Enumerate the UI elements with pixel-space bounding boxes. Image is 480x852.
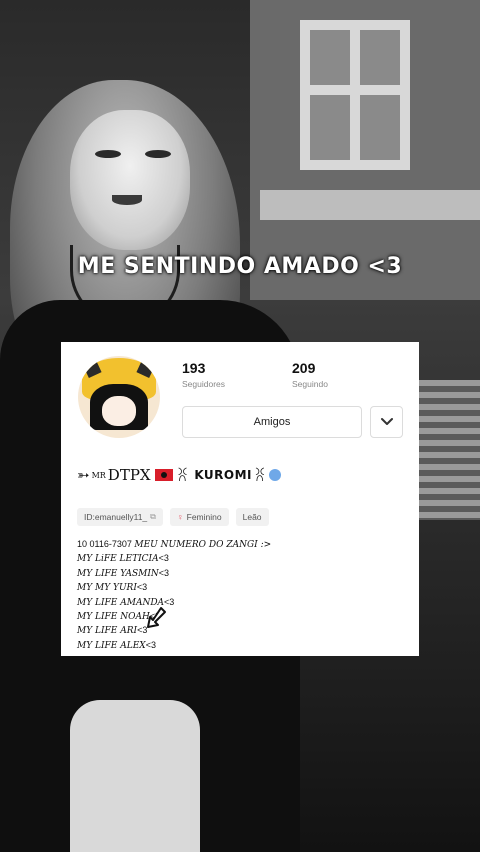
bio-line: 10 0116-7307 MEU NUMERO DO ZANGI :> <box>77 538 407 552</box>
sign-tag-label: Leão <box>242 512 262 522</box>
profile-bio: 10 0116-7307 MEU NUMERO DO ZANGI :> MY L… <box>77 538 407 653</box>
nickname-prefix: ➳ <box>77 466 90 484</box>
bio-line-text: MY MY YURI <box>77 583 137 594</box>
id-tag-label: ID:emanuelly11_ <box>84 512 148 522</box>
bio-line-text: MY LIFE YASMIN <box>77 568 159 579</box>
bio-line-text: 10 0116-7307 <box>77 539 135 549</box>
bio-line-note: MEU NUMERO DO ZANGI :> <box>134 540 272 550</box>
gender-tag-label: Feminino <box>186 512 222 522</box>
bio-line: MY LiFE LETICIA<3 <box>77 552 407 566</box>
bio-line-note: <3 <box>158 553 169 564</box>
verified-icon <box>268 469 281 481</box>
profile-tags: ID:emanuelly11_ ⧉ ♀ Feminino Leão <box>77 508 269 526</box>
cursor-arrow-icon <box>147 607 166 628</box>
following-count: 209 <box>292 360 316 376</box>
nickname: ➳ MR DTPX ꐦ KUROMI ꐦ <box>77 463 281 487</box>
id-tag[interactable]: ID:emanuelly11_ ⧉ <box>77 508 163 526</box>
following-label: Seguindo <box>292 379 328 389</box>
followers-label: Seguidores <box>182 379 226 389</box>
bio-line: MY MY YURI<3 <box>77 581 407 595</box>
followers-stat[interactable]: 193 Seguidores <box>182 360 225 389</box>
bio-line: MY LIFE ARI<3 <box>77 624 407 638</box>
bio-line-text: MY LIFE NOAH <box>77 612 150 623</box>
friends-button[interactable]: Amigos <box>182 406 362 438</box>
bio-line: MY LIFE YASMIN<3 <box>77 567 407 581</box>
bio-line-note: <3 <box>158 567 170 578</box>
gender-tag: ♀ Feminino <box>169 508 229 526</box>
flag-icon <box>154 469 173 481</box>
bio-line: MY LIFE NOAH<3 <box>77 610 407 624</box>
nickname-main: DTPX <box>107 466 151 484</box>
bio-line: MY LIFE ALEX<3 <box>77 639 407 653</box>
nickname-suffix-2: ꐦ <box>254 467 266 485</box>
avatar[interactable] <box>78 356 160 438</box>
followers-count: 193 <box>182 360 206 376</box>
bio-line-text: MY LiFE LETICIA <box>77 554 159 565</box>
bio-line-text: MY LIFE ALEX <box>77 640 146 651</box>
person-face <box>70 110 190 250</box>
bio-line-note: <3 <box>136 582 148 593</box>
person-legs <box>70 700 200 852</box>
chevron-down-icon <box>381 418 393 425</box>
person-eye-right <box>145 150 171 158</box>
sign-tag: Leão <box>235 508 269 526</box>
video-caption: ME SENTINDO AMADO <3 <box>77 254 403 279</box>
bio-line-note: <3 <box>145 639 156 650</box>
more-dropdown-button[interactable] <box>370 406 403 438</box>
bio-line: MY LIFE AMANDA<3 <box>77 596 407 610</box>
avatar-face <box>102 396 136 426</box>
female-icon: ♀ <box>176 512 184 522</box>
following-stat[interactable]: 209 Seguindo <box>292 360 328 389</box>
nickname-kuromi: KUROMI <box>194 468 253 482</box>
copy-icon[interactable]: ⧉ <box>150 508 156 526</box>
person-eye-left <box>95 150 121 158</box>
person-mouth <box>112 195 142 205</box>
nickname-sup: MR <box>91 470 106 480</box>
profile-card: 193 Seguidores 209 Seguindo Amigos ➳ MR … <box>61 342 419 656</box>
bio-line-text: MY LIFE ARI <box>77 626 138 637</box>
background-sill <box>260 190 480 220</box>
background-window <box>300 20 410 170</box>
nickname-suffix: ꐦ <box>176 467 189 485</box>
